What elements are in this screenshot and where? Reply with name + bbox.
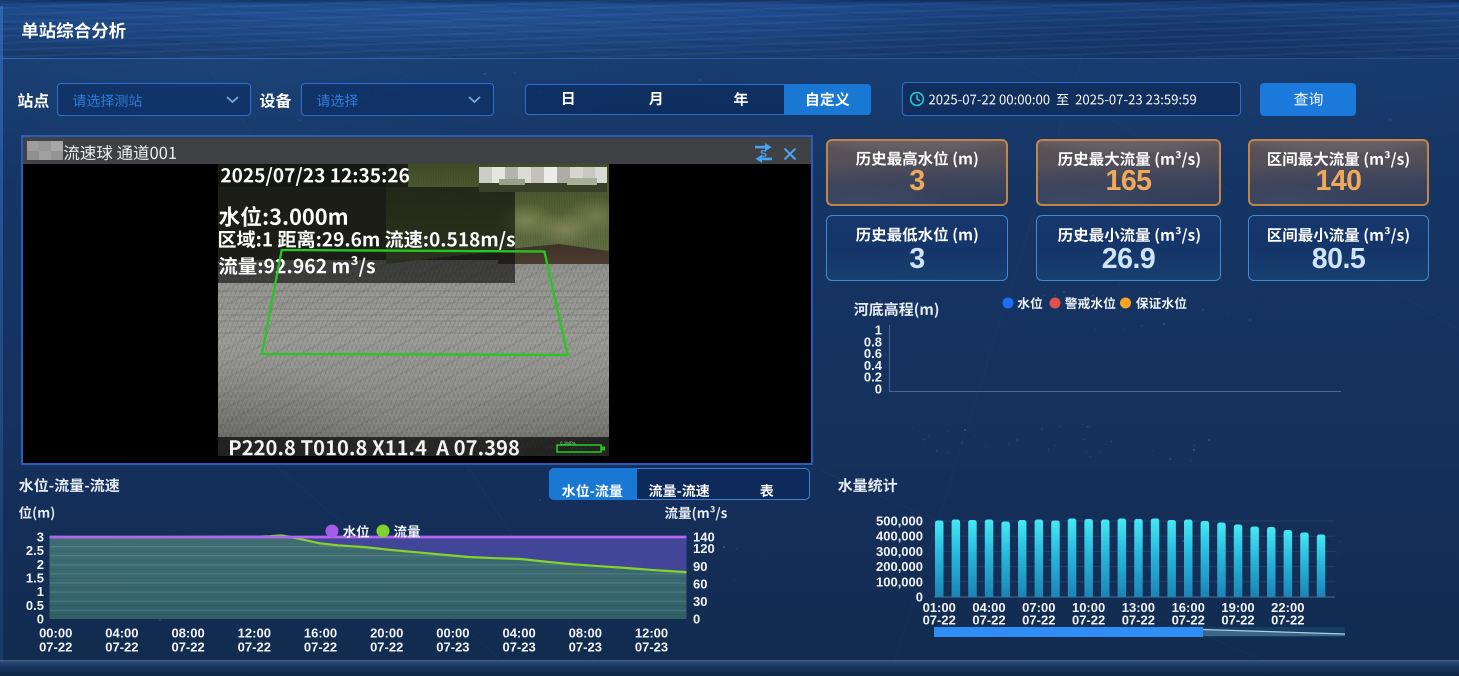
svg-text:07-23: 07-23 — [569, 640, 602, 655]
svg-text:100,000: 100,000 — [876, 574, 923, 589]
svg-text:0: 0 — [875, 382, 882, 397]
svg-text:07-23: 07-23 — [635, 640, 668, 655]
svg-text:07-22: 07-22 — [1022, 613, 1055, 628]
svg-text:07-22: 07-22 — [923, 613, 956, 628]
svg-text:07-22: 07-22 — [972, 613, 1005, 628]
svg-text:30: 30 — [693, 594, 707, 609]
svg-text:S: S — [760, 148, 767, 160]
svg-text:60: 60 — [693, 576, 707, 591]
svg-text:07-22: 07-22 — [1271, 613, 1304, 628]
svg-text:120: 120 — [693, 541, 715, 556]
svg-text:07-22: 07-22 — [238, 640, 271, 655]
svg-text:04:00: 04:00 — [105, 626, 138, 641]
svg-text:20:00: 20:00 — [370, 626, 403, 641]
svg-text:07-22: 07-22 — [1172, 613, 1205, 628]
svg-text:400,000: 400,000 — [876, 529, 923, 544]
svg-text:0: 0 — [37, 612, 44, 627]
svg-text:500,000: 500,000 — [876, 514, 923, 529]
svg-text:300,000: 300,000 — [876, 544, 923, 559]
svg-text:07-23: 07-23 — [502, 640, 535, 655]
svg-text:07-23: 07-23 — [436, 640, 469, 655]
svg-text:00:00: 00:00 — [39, 626, 72, 641]
svg-text:90: 90 — [693, 559, 707, 574]
svg-text:07-22: 07-22 — [1221, 613, 1254, 628]
svg-text:08:00: 08:00 — [171, 626, 204, 641]
svg-text:200,000: 200,000 — [876, 559, 923, 574]
svg-text:04:00: 04:00 — [502, 626, 535, 641]
svg-text:07-22: 07-22 — [1072, 613, 1105, 628]
svg-text:07-22: 07-22 — [1122, 613, 1155, 628]
svg-text:08:00: 08:00 — [569, 626, 602, 641]
svg-text:0: 0 — [693, 612, 700, 627]
svg-text:07-22: 07-22 — [39, 640, 72, 655]
svg-text:16:00: 16:00 — [304, 626, 337, 641]
svg-text:12:00: 12:00 — [635, 626, 668, 641]
svg-text:12:00: 12:00 — [238, 626, 271, 641]
svg-text:07-22: 07-22 — [304, 640, 337, 655]
svg-text:00:00: 00:00 — [436, 626, 469, 641]
svg-text:07-22: 07-22 — [370, 640, 403, 655]
svg-text:07-22: 07-22 — [105, 640, 138, 655]
svg-text:07-22: 07-22 — [171, 640, 204, 655]
